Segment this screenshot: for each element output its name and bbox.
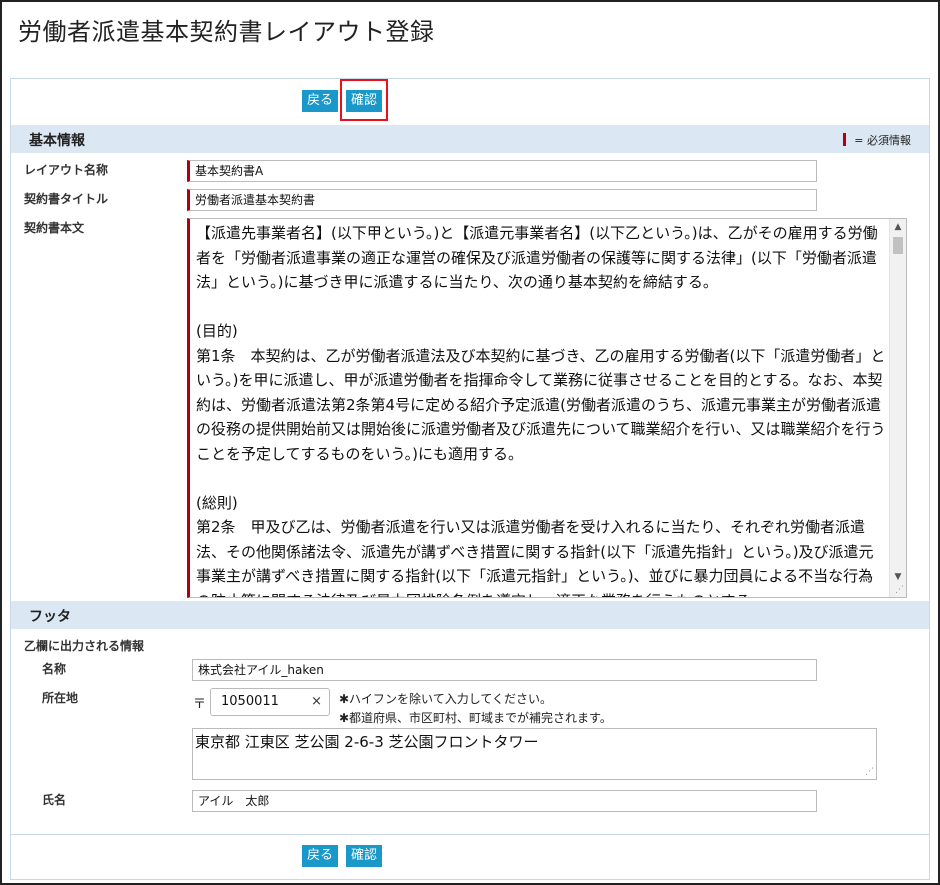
resize-grip-icon[interactable]: ⋰: [895, 586, 904, 595]
required-legend-text: = 必須情報: [854, 134, 911, 147]
contract-body-text: 【派遣先事業者名】(以下甲という。)と【派遣元事業者名】(以下乙という。)は、乙…: [196, 224, 886, 597]
scroll-thumb[interactable]: [893, 237, 903, 254]
address-textarea[interactable]: 東京都 江東区 芝公園 2-6-3 芝公園フロントタワー ⋰: [192, 728, 877, 780]
footer-title: フッタ: [29, 609, 71, 625]
bottom-divider: [11, 834, 929, 835]
contract-title-input[interactable]: 労働者派遣基本契約書: [187, 189, 817, 211]
address-label: 所在地: [42, 691, 79, 705]
contract-body-textarea[interactable]: 【派遣先事業者名】(以下甲という。)と【派遣元事業者名】(以下乙という。)は、乙…: [187, 218, 907, 598]
confirm-highlight: [340, 79, 388, 121]
page-title: 労働者派遣基本契約書レイアウト登録: [18, 18, 435, 46]
back-button-bottom[interactable]: 戻る: [302, 845, 339, 867]
postal-note-autocomplete: ✱都道府県、市区町村、町域までが補完されます。: [339, 711, 612, 725]
postal-note-hyphen: ✱ハイフンを除いて入力してください。: [339, 692, 552, 706]
postal-code-input[interactable]: 1050011 ×: [210, 688, 330, 716]
basic-info-title: 基本情報: [29, 133, 85, 149]
company-name-label: 名称: [42, 662, 67, 676]
address-resize-grip-icon[interactable]: ⋰: [865, 768, 874, 777]
footer-section-bar: フッタ: [11, 601, 929, 629]
address-text: 東京都 江東区 芝公園 2-6-3 芝公園フロントタワー: [195, 733, 539, 751]
back-button-top[interactable]: 戻る: [302, 90, 339, 112]
clear-icon[interactable]: ×: [311, 694, 322, 709]
person-name-label: 氏名: [42, 793, 67, 807]
textarea-scrollbar[interactable]: ▲ ▼: [889, 219, 906, 597]
postal-mark: 〒: [193, 697, 207, 712]
required-legend: = 必須情報: [843, 132, 911, 148]
basic-info-section-bar: 基本情報 = 必須情報: [11, 125, 929, 153]
layout-name-label: レイアウト名称: [24, 163, 109, 177]
person-name-input[interactable]: アイル 太郎: [192, 790, 817, 812]
required-mark-icon: [843, 133, 847, 146]
scroll-down-icon[interactable]: ▼: [890, 569, 906, 585]
contract-body-label: 契約書本文: [24, 221, 85, 235]
scroll-up-icon[interactable]: ▲: [890, 219, 906, 235]
layout-name-input[interactable]: 基本契約書A: [187, 160, 817, 182]
company-name-input[interactable]: 株式会社アイル_haken: [192, 659, 817, 681]
confirm-button-bottom[interactable]: 確認: [346, 845, 383, 867]
contract-title-label: 契約書タイトル: [24, 192, 109, 206]
postal-code-value: 1050011: [221, 694, 279, 709]
otsu-info-label: 乙欄に出力される情報: [24, 639, 145, 653]
